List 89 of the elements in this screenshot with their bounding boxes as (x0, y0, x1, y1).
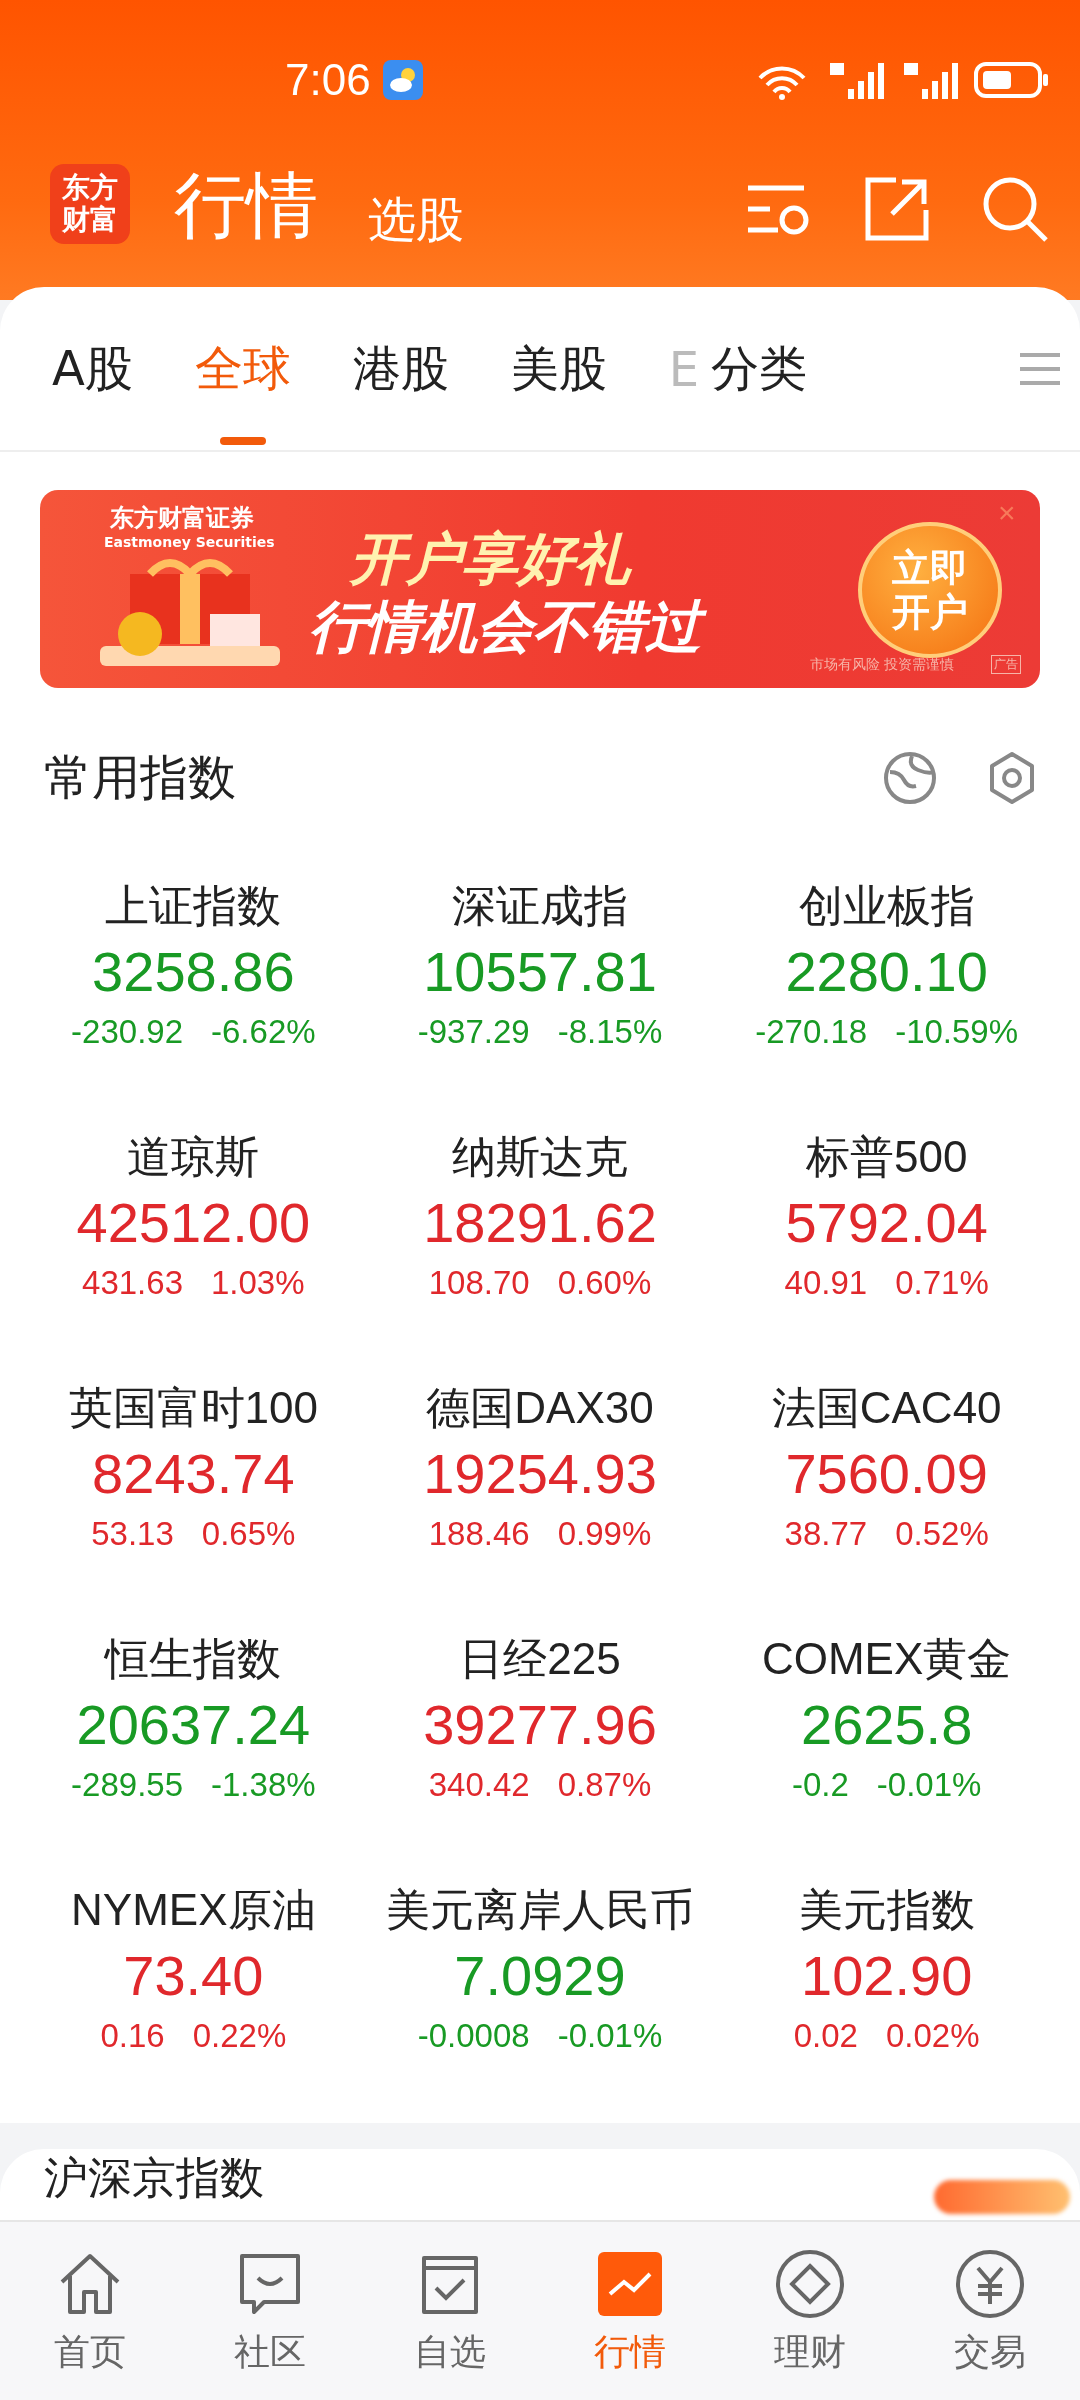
currency-icon (954, 2248, 1026, 2320)
tab[interactable]: 港股 (352, 287, 449, 451)
battery-icon (974, 60, 1050, 100)
menu-icon[interactable] (1020, 351, 1060, 386)
index-value: 20637.24 (76, 1692, 311, 1758)
index-value: 2625.8 (801, 1692, 973, 1758)
nav-tab[interactable]: 理财 (720, 2222, 900, 2400)
index-percent: 1.03% (211, 1263, 305, 1303)
index-value: 7.0929 (454, 1943, 626, 2009)
section-title: 沪深京指数 (44, 2153, 264, 2203)
tab[interactable]: 全球 (194, 287, 291, 451)
weather-icon (382, 60, 423, 100)
index-name: 日经225 (459, 1633, 621, 1685)
index-value: 18291.62 (423, 1190, 657, 1256)
section-title: 常用指数 (44, 748, 236, 807)
banner-headline: 开户享好礼 (350, 525, 630, 593)
index-value: 39277.96 (423, 1692, 657, 1758)
index-value: 10557.81 (423, 939, 657, 1005)
index-change: -230.92 (71, 1012, 183, 1052)
tab[interactable]: 美股 (510, 287, 607, 451)
index-name: NYMEX原油 (71, 1884, 316, 1936)
index-name: 道琼斯 (127, 1131, 260, 1183)
index-name: 恒生指数 (105, 1633, 282, 1685)
index-change: 0.16 (100, 2016, 165, 2056)
nav-tab[interactable]: 首页 (0, 2222, 180, 2400)
index-change: -289.55 (71, 1765, 183, 1805)
tab[interactable]: 分类 (711, 287, 808, 451)
ad-tag: 广告 (991, 655, 1021, 674)
index-change: 340.42 (428, 1765, 530, 1805)
index-value: 7560.09 (785, 1441, 988, 1507)
index-value: 19254.93 (423, 1441, 657, 1507)
index-name: 深证成指 (452, 880, 628, 932)
index-change: 53.13 (91, 1514, 174, 1554)
page-title: 行情 (174, 162, 318, 249)
index-change: -0.2 (791, 1765, 849, 1805)
index-change: 431.63 (82, 1263, 183, 1303)
index-name: 创业板指 (798, 880, 975, 932)
index-percent: -0.01% (876, 1765, 982, 1805)
index-percent: 0.52% (895, 1514, 989, 1554)
index-name: 英国富时100 (68, 1382, 319, 1434)
index-change: 38.77 (784, 1514, 868, 1554)
index-name: 德国DAX30 (426, 1382, 654, 1434)
index-percent: -10.59% (895, 1012, 1019, 1052)
index-percent: 0.02% (886, 2016, 980, 2056)
banner-brand: 东方财富证券 (110, 503, 254, 534)
index-value: 42512.00 (76, 1190, 311, 1256)
index-percent: 0.65% (201, 1514, 296, 1554)
index-change: 40.91 (784, 1263, 868, 1303)
index-value: 5792.04 (785, 1190, 988, 1256)
index-value: 102.90 (801, 1943, 973, 2009)
index-percent: -8.15% (557, 1012, 663, 1052)
tab[interactable]: A股 (52, 287, 133, 451)
index-percent: -0.01% (557, 2016, 663, 2056)
index-percent: 0.87% (557, 1765, 652, 1805)
nav-tab[interactable]: 行情 (540, 2222, 720, 2400)
stock-picker-link[interactable]: 选股 (368, 174, 464, 264)
index-name: 上证指数 (105, 880, 282, 932)
index-name: 纳斯达克 (452, 1131, 628, 1183)
status-time: 7:06 (285, 55, 371, 105)
index-name: 美元离岸人民币 (386, 1884, 694, 1936)
index-value: 8243.74 (92, 1441, 295, 1507)
app-logo[interactable]: 东方财富 (50, 164, 130, 244)
index-name: 法国CAC40 (771, 1382, 1002, 1434)
index-name: 标普500 (805, 1131, 968, 1183)
index-change: 0.02 (793, 2016, 858, 2056)
index-percent: 0.22% (192, 2016, 287, 2056)
index-name: COMEX黄金 (761, 1633, 1012, 1685)
banner-brand-en: Eastmoney Securities (104, 534, 275, 550)
floating-pill[interactable] (934, 2180, 1070, 2214)
nav-tab[interactable]: 交易 (900, 2222, 1080, 2400)
index-change: 108.70 (428, 1263, 530, 1303)
index-percent: 0.60% (557, 1263, 652, 1303)
index-percent: -1.38% (211, 1765, 316, 1805)
nav-tab[interactable]: 社区 (180, 2222, 360, 2400)
index-change: 188.46 (428, 1514, 530, 1554)
index-change: -937.29 (417, 1012, 530, 1052)
risk-disclaimer: 市场有风险 投资需谨慎 (810, 656, 955, 674)
index-change: -270.18 (755, 1012, 868, 1052)
index-value: 2280.10 (785, 939, 988, 1005)
index-percent: 0.99% (557, 1514, 652, 1554)
index-percent: 0.71% (895, 1263, 989, 1303)
index-value: 73.40 (123, 1943, 264, 2009)
index-name: 美元指数 (798, 1884, 975, 1936)
index-value: 3258.86 (92, 939, 295, 1005)
index-change: -0.0008 (417, 2016, 530, 2056)
globe-icon[interactable] (882, 750, 938, 806)
banner-subline: 行情机会不错过 (295, 590, 715, 666)
nav-tab[interactable]: 自选 (360, 2222, 540, 2400)
index-percent: -6.62% (211, 1012, 316, 1052)
